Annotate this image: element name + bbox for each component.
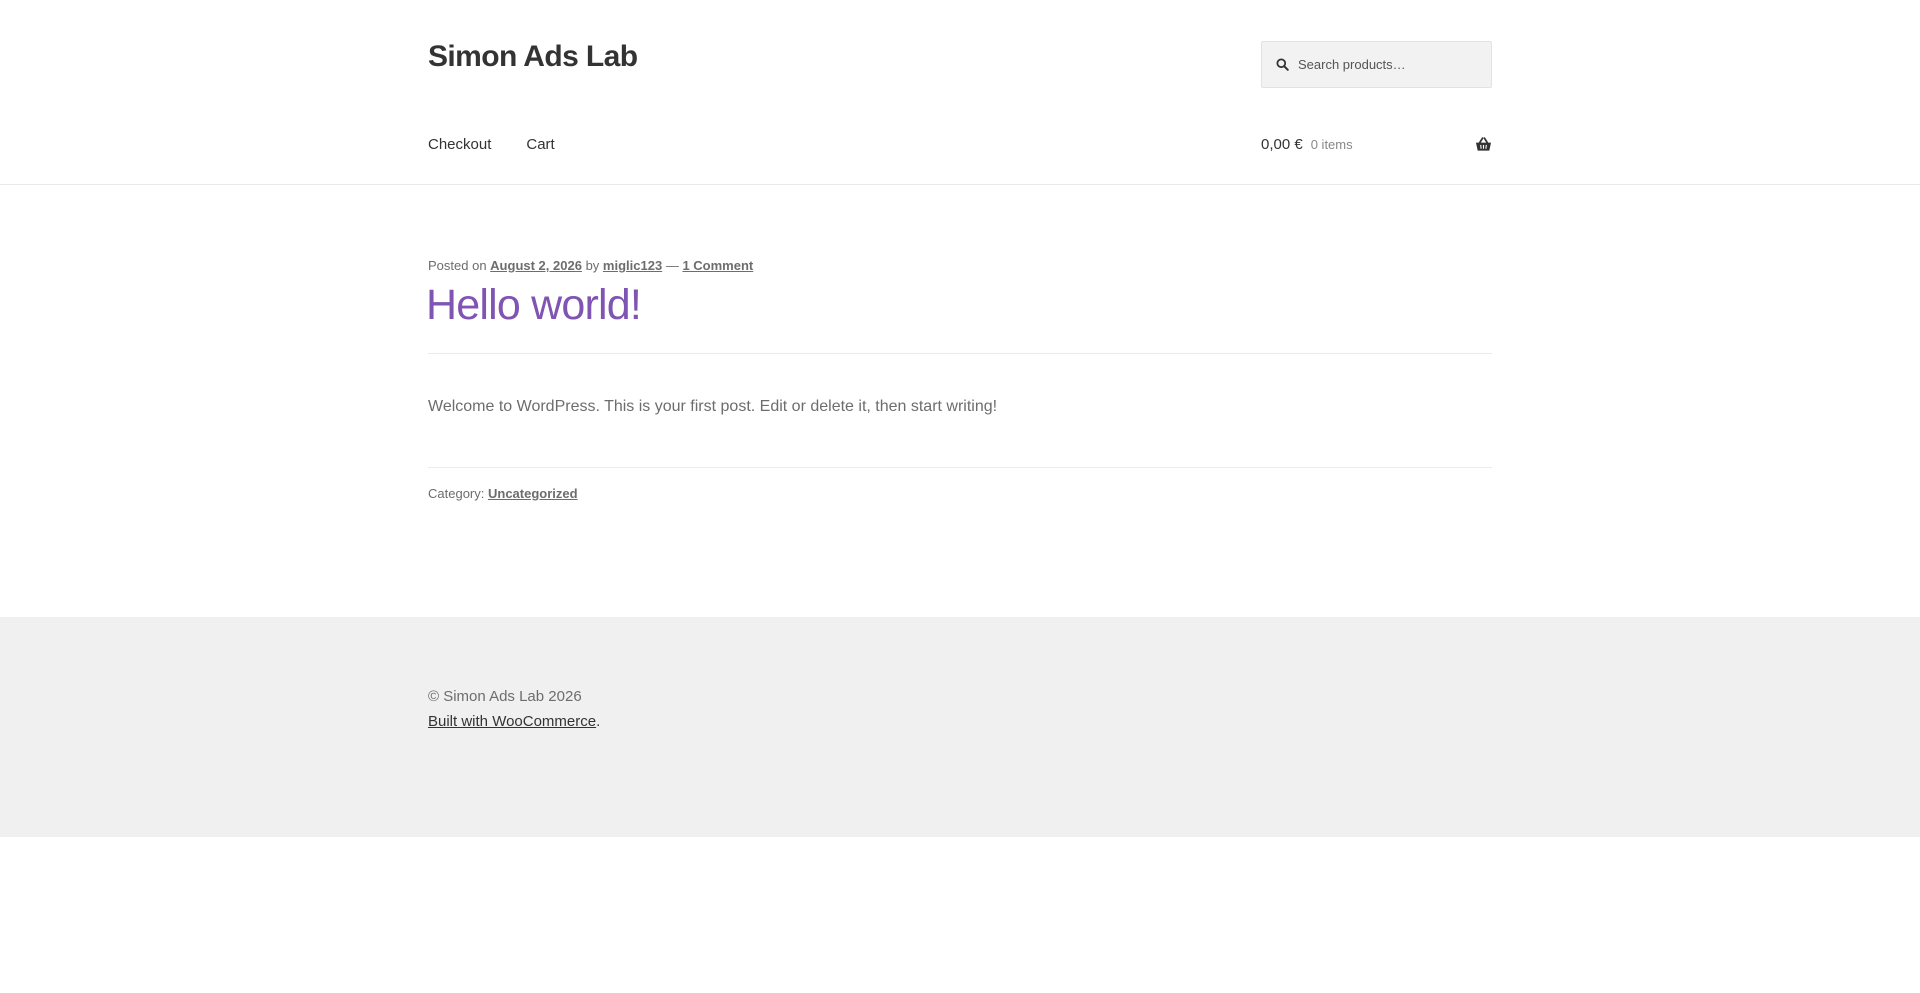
site-header: Simon Ads Lab Checkout Cart 0,00 € 0 ite… <box>0 0 1920 185</box>
cart-item-count: 0 items <box>1310 137 1353 152</box>
post-content: Welcome to WordPress. This is your first… <box>428 398 998 415</box>
product-search-form <box>1261 41 1492 88</box>
credit-suffix: . <box>596 713 601 730</box>
post-category: Category: Uncategorized <box>428 486 578 501</box>
site-footer: © Simon Ads Lab 2026 Built with WooComme… <box>0 617 1920 837</box>
post-author-link[interactable]: miglic123 <box>603 258 662 273</box>
posted-on-label: Posted on <box>428 258 487 273</box>
site-title-link[interactable]: Simon Ads Lab <box>428 40 638 74</box>
category-label: Category: <box>428 486 485 501</box>
by-label: by <box>585 258 600 273</box>
header-cart-link[interactable]: 0,00 € 0 items <box>1261 136 1492 153</box>
primary-navigation: Checkout Cart <box>428 136 555 153</box>
cart-amount: 0,00 € <box>1261 136 1303 153</box>
title-divider <box>428 353 1492 354</box>
nav-item-cart[interactable]: Cart <box>526 136 554 153</box>
search-icon <box>1276 58 1289 71</box>
content-divider <box>428 467 1492 468</box>
category-link[interactable]: Uncategorized <box>488 486 578 501</box>
basket-icon <box>1476 137 1491 151</box>
post-meta: Posted on August 2, 2026 by miglic123 — … <box>428 258 753 273</box>
woocommerce-credit-link[interactable]: Built with WooCommerce <box>428 713 596 730</box>
nav-item-checkout[interactable]: Checkout <box>428 136 491 153</box>
search-input[interactable] <box>1298 57 1478 72</box>
footer-copyright: © Simon Ads Lab 2026 <box>428 688 582 705</box>
meta-separator: — <box>665 258 679 273</box>
post-title: Hello world! <box>426 281 642 329</box>
footer-credit: Built with WooCommerce. <box>428 713 600 730</box>
post-comments-link[interactable]: 1 Comment <box>682 258 753 273</box>
post-date-link[interactable]: August 2, 2026 <box>490 258 582 273</box>
